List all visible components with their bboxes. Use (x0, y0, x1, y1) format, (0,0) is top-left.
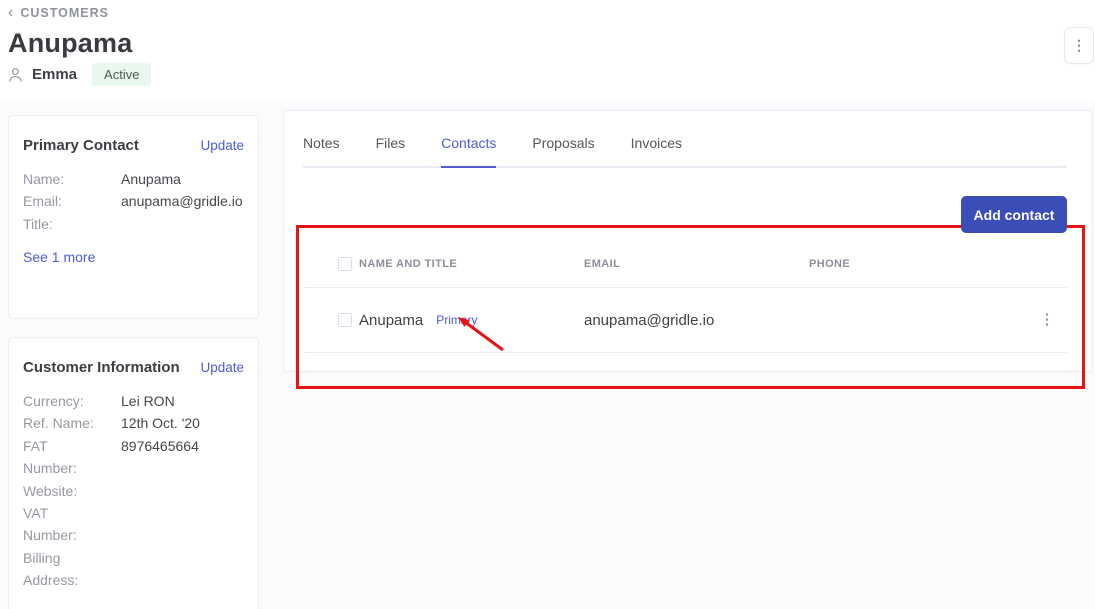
field-currency: Currency: Lei RON (23, 390, 244, 412)
customer-information-title: Customer Information (23, 359, 180, 376)
see-more-link[interactable]: See 1 more (23, 249, 244, 265)
column-header-phone: PHONE (809, 258, 1027, 270)
row-kebab-icon[interactable]: ⋮ (1040, 311, 1055, 328)
field-email: Email: anupama@gridle.io (23, 190, 244, 212)
tab-files[interactable]: Files (376, 134, 406, 166)
owner-row: Emma Active (8, 63, 151, 86)
customer-information-update-link[interactable]: Update (200, 360, 244, 375)
header-band (0, 0, 1095, 100)
contacts-table: NAME AND TITLE EMAIL PHONE Anupama Prima… (303, 241, 1067, 353)
owner-name: Emma (32, 66, 77, 83)
primary-contact-title: Primary Contact (23, 137, 139, 154)
tab-bar: Notes Files Contacts Proposals Invoices (303, 111, 1067, 168)
contacts-table-header: NAME AND TITLE EMAIL PHONE (303, 241, 1067, 288)
tab-proposals[interactable]: Proposals (532, 134, 594, 166)
contact-name: Anupama (359, 312, 423, 329)
kebab-icon: ⋮ (1072, 37, 1086, 54)
field-fat-number: FAT Number: 8976465664 (23, 435, 244, 480)
tab-invoices[interactable]: Invoices (631, 134, 682, 166)
breadcrumb[interactable]: ‹ CUSTOMERS (8, 6, 109, 20)
column-header-name: NAME AND TITLE (359, 258, 584, 270)
customer-information-card: Customer Information Update Currency: Le… (8, 337, 259, 609)
primary-contact-card: Primary Contact Update Name: Anupama Ema… (8, 115, 259, 319)
customer-detail-panel: Notes Files Contacts Proposals Invoices … (283, 110, 1093, 372)
primary-tag: Primary (436, 313, 477, 327)
tab-contacts[interactable]: Contacts (441, 134, 496, 168)
field-billing-address: Billing Address: (23, 547, 244, 592)
contact-row[interactable]: Anupama Primary anupama@gridle.io ⋮ (303, 288, 1067, 353)
breadcrumb-label: CUSTOMERS (20, 6, 109, 20)
user-icon (8, 67, 23, 83)
status-badge: Active (92, 63, 151, 86)
field-vat-number: VAT Number: (23, 502, 244, 547)
select-all-checkbox[interactable] (338, 257, 352, 271)
column-header-email: EMAIL (584, 258, 809, 270)
field-title: Title: (23, 213, 244, 235)
primary-contact-update-link[interactable]: Update (200, 138, 244, 153)
field-name: Name: Anupama (23, 168, 244, 190)
chevron-left-icon: ‹ (8, 7, 14, 19)
field-website: Website: (23, 480, 244, 502)
add-contact-button[interactable]: Add contact (961, 196, 1067, 233)
page-title: Anupama (8, 28, 132, 59)
row-checkbox[interactable] (338, 313, 352, 327)
contact-email: anupama@gridle.io (584, 312, 809, 329)
tab-notes[interactable]: Notes (303, 134, 340, 166)
header-more-button[interactable]: ⋮ (1064, 27, 1094, 64)
field-ref-name: Ref. Name: 12th Oct. '20 (23, 412, 244, 434)
